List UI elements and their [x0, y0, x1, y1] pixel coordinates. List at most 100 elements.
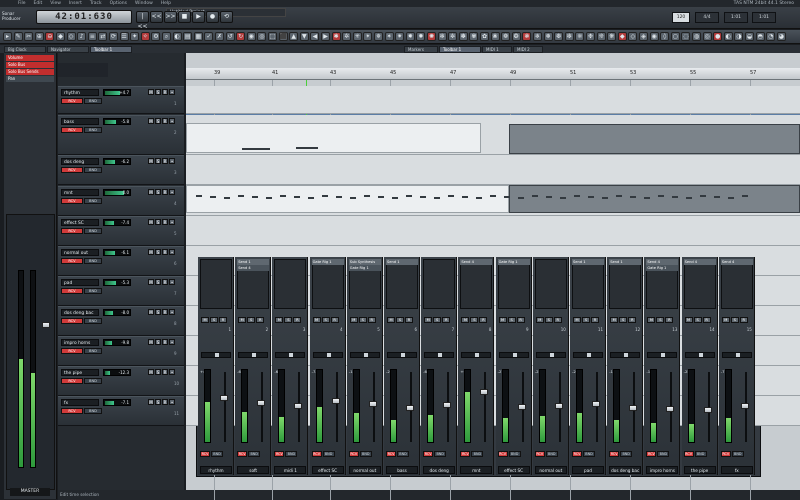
tool-icon[interactable]: ⊖ — [45, 32, 55, 41]
track-button[interactable]: S — [155, 309, 161, 315]
channel-insert[interactable]: Send 1 — [386, 259, 418, 265]
channel-input-state[interactable]: RCV — [460, 451, 471, 457]
channel-button[interactable]: S — [247, 317, 256, 323]
channel-button[interactable]: R — [591, 317, 599, 323]
channel-fader-knob[interactable] — [257, 400, 266, 407]
pan-knob[interactable] — [363, 353, 368, 357]
channel-button[interactable]: R — [330, 317, 339, 323]
channel-button[interactable]: S — [730, 317, 739, 323]
channel-fx-rack[interactable] — [386, 259, 418, 309]
transport-button-4[interactable]: ▶ — [192, 11, 205, 23]
track-volume[interactable]: -12.3 — [103, 369, 131, 376]
channel-insert[interactable]: Send 4 — [237, 265, 270, 271]
mixer-channel-normal-out[interactable]: MSR10-22.3RCVBNDnormal out — [532, 257, 569, 475]
channel-button[interactable]: S — [358, 317, 367, 323]
browser-item[interactable]: Solo Bus Sends — [6, 69, 54, 75]
channel-fader-knob[interactable] — [554, 402, 563, 409]
track-volume[interactable]: +4.7 — [103, 89, 131, 96]
tool-icon[interactable]: ◍ — [692, 32, 701, 41]
channel-button[interactable]: M — [275, 317, 284, 323]
channel-fader-knob[interactable] — [517, 403, 526, 410]
channel-input-state[interactable]: RCV — [720, 451, 731, 457]
track-button[interactable]: • — [169, 309, 175, 315]
tool-icon[interactable]: ✿ — [480, 32, 489, 41]
channel-output-state[interactable]: BND — [545, 451, 558, 457]
meter-display[interactable]: 4/4 — [695, 12, 719, 23]
menu-edit[interactable]: Edit — [34, 1, 43, 6]
channel-pan[interactable] — [349, 352, 380, 358]
track-output-state[interactable]: BND — [84, 98, 102, 104]
track-button[interactable]: M — [148, 369, 154, 375]
tool-icon[interactable]: ❇ — [564, 32, 574, 41]
tool-icon[interactable]: ⊕ — [34, 32, 44, 41]
channel-pan[interactable] — [238, 352, 269, 358]
tool-icon[interactable]: ✸ — [405, 32, 415, 41]
mixer-channel-dos-deng-bac[interactable]: Send 1MSR12-14.7RCVBNDdos deng bac — [607, 257, 644, 475]
track-rhythm[interactable]: rhythm +4.7 M S R • RCV BND 1 — [58, 86, 184, 114]
tool-icon[interactable]: ◆ — [617, 32, 627, 41]
channel-fader-knob[interactable] — [331, 397, 340, 404]
loop-start[interactable]: 1:01 — [724, 12, 748, 23]
track-button[interactable]: S — [155, 158, 161, 164]
pan-knob[interactable] — [587, 353, 591, 357]
tool-icon[interactable]: ⬚ — [268, 32, 277, 41]
track-output-state[interactable]: BND — [84, 288, 102, 294]
pan-knob[interactable] — [401, 353, 405, 357]
track-input-state[interactable]: RCV — [61, 127, 83, 133]
channel-fader-track[interactable] — [596, 372, 598, 442]
channel-button[interactable]: M — [684, 317, 693, 323]
transport-button-2[interactable]: >> — [164, 11, 177, 23]
mixer-channel-midi-1[interactable]: MSR3-6.8RCVBNDmidi 1 — [272, 257, 309, 475]
track-volume[interactable]: -7.4 — [103, 219, 131, 226]
tool-icon[interactable]: ⟳ — [109, 32, 118, 41]
channel-pan[interactable] — [424, 352, 455, 358]
tool-icon[interactable]: ● — [713, 32, 723, 41]
tab-big-clock[interactable]: Big Clock — [4, 46, 46, 53]
channel-fx-rack[interactable] — [423, 259, 456, 309]
mixer-channel-dos-deng[interactable]: MSR7-6.2RCVBNDdos deng — [421, 257, 458, 475]
track-output-state[interactable]: BND — [84, 228, 102, 234]
transport-button-6[interactable]: ⟲ — [220, 11, 233, 23]
mixer-channel-impro-horns[interactable]: Send 4Gate Rig 1MSR13-15.8RCVBNDimpro ho… — [644, 257, 681, 475]
channel-output-state[interactable]: BND — [620, 451, 633, 457]
menu-file[interactable]: File — [18, 1, 26, 6]
channel-fx-rack[interactable] — [274, 259, 307, 309]
track-name[interactable]: the pipe — [61, 369, 99, 376]
track-button[interactable]: S — [155, 189, 161, 195]
tool-icon[interactable]: ⚙ — [151, 32, 161, 41]
tool-icon[interactable]: ▲ — [289, 32, 299, 41]
pan-knob[interactable] — [735, 353, 740, 357]
channel-fader-knob[interactable] — [480, 389, 489, 395]
channel-input-state[interactable]: RCV — [683, 451, 694, 457]
track-button[interactable]: • — [169, 89, 175, 95]
channel-output-state[interactable]: BND — [471, 451, 484, 457]
channel-button[interactable]: R — [628, 317, 637, 323]
track-lane[interactable] — [186, 86, 800, 114]
channel-button[interactable]: R — [516, 317, 525, 323]
track-button[interactable]: • — [169, 158, 175, 164]
track-button[interactable]: S — [155, 369, 161, 375]
track-button[interactable]: M — [148, 339, 154, 345]
channel-button[interactable]: R — [293, 317, 302, 323]
tool-icon[interactable]: ❊ — [596, 32, 606, 41]
tool-icon[interactable]: ✂ — [24, 32, 34, 41]
channel-output-state[interactable]: BND — [322, 451, 335, 457]
tool-icon[interactable]: ◎ — [702, 32, 712, 41]
channel-button[interactable]: S — [544, 317, 553, 323]
tool-icon[interactable]: ≡ — [87, 32, 97, 41]
channel-insert[interactable]: Gate Rig 1 — [497, 259, 530, 265]
channel-button[interactable]: S — [507, 317, 516, 323]
track-impro-horns[interactable]: impro horns -9.8 M S R • RCV BND 9 — [58, 336, 184, 366]
track-input-state[interactable]: RCV — [61, 98, 83, 104]
tool-icon[interactable]: ✷ — [395, 32, 405, 41]
channel-button[interactable]: M — [201, 317, 209, 323]
tab-toolbar-1[interactable]: Toolbar 1 — [90, 46, 132, 53]
tool-icon[interactable]: ↺ — [225, 32, 235, 41]
tab-navigator[interactable]: Navigator — [47, 46, 89, 53]
browser-item[interactable]: Pan — [6, 76, 54, 82]
channel-fx-rack[interactable] — [572, 259, 604, 309]
channel-pan[interactable] — [201, 352, 231, 358]
pan-knob[interactable] — [624, 353, 629, 357]
channel-output-state[interactable]: BND — [359, 451, 372, 457]
clip[interactable] — [509, 185, 800, 213]
